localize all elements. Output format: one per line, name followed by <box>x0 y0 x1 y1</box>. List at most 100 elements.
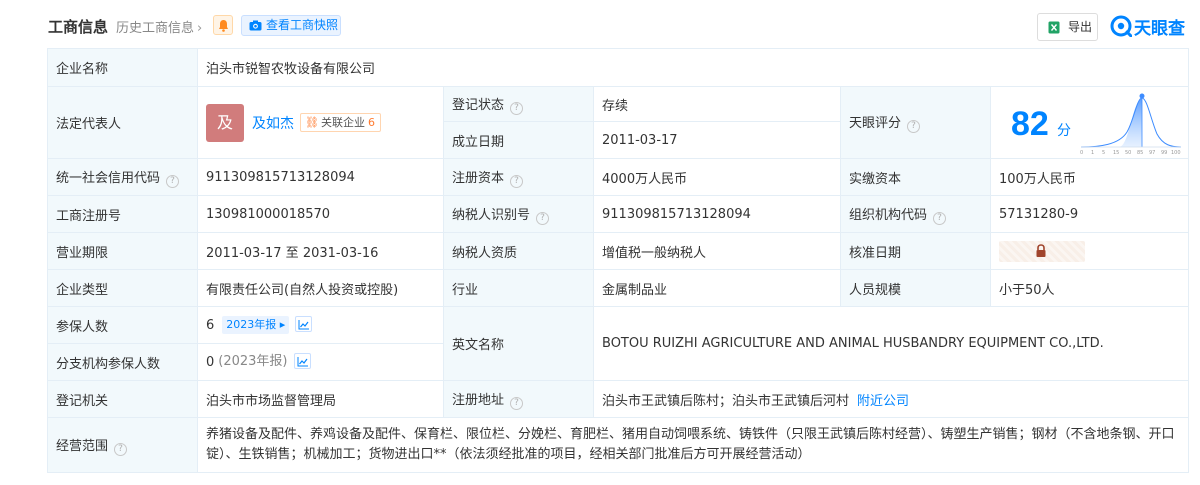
org-code-label-text: 组织机构代码 <box>849 207 928 223</box>
logo-mark-icon <box>1110 15 1132 37</box>
taxpayer-id-label-text: 纳税人识别号 <box>452 207 531 223</box>
insured-label: 参保人数 <box>47 306 198 344</box>
help-icon[interactable]: ? <box>510 174 524 188</box>
avatar[interactable]: 及 <box>206 103 244 142</box>
network-icon: ⛓ <box>305 116 319 129</box>
credit-code-label: 统一社会信用代码? <box>47 158 198 196</box>
business-info-table: 企业名称 泊头市锐智农牧设备有限公司 法定代表人 及及如杰 ⛓ 关联企业 6 登记状态… <box>47 48 1189 473</box>
reg-authority-label: 登记机关 <box>47 380 198 418</box>
reg-capital-label: 注册资本? <box>443 158 594 196</box>
history-link[interactable]: 历史工商信息 › <box>116 17 202 36</box>
reg-status-label: 登记状态? <box>443 86 594 122</box>
approval-date-label: 核准日期 <box>840 232 991 270</box>
business-scope-label-text: 经营范围 <box>56 438 109 454</box>
legal-rep-label: 法定代表人 <box>47 86 198 159</box>
branch-year-tag: (2023年报) <box>218 354 288 369</box>
table-row: 统一社会信用代码? 911309815713128094 注册资本? 4000万… <box>47 158 1189 196</box>
table-row: 企业名称 泊头市锐智农牧设备有限公司 <box>47 48 1189 87</box>
founded-value: 2011-03-17 <box>593 121 841 159</box>
taxpayer-id-label: 纳税人识别号? <box>443 195 594 233</box>
related-count: 6 <box>367 116 375 129</box>
related-companies-badge[interactable]: ⛓ 关联企业 6 <box>300 113 381 132</box>
help-icon[interactable]: ? <box>510 396 524 410</box>
help-icon[interactable]: ? <box>114 442 128 456</box>
paid-capital-value: 100万人民币 <box>990 158 1189 196</box>
reg-address-label: 注册地址? <box>443 380 594 418</box>
annual-report-link[interactable]: 2023年报 ▸ <box>222 316 290 334</box>
table-row: 企业类型 有限责任公司(自然人投资或控股) 行业 金属制品业 人员规模 小于50… <box>47 269 1189 307</box>
table-row: 工商注册号 130981000018570 纳税人识别号? 9113098157… <box>47 195 1189 233</box>
business-term-value: 2011-03-17 至 2031-03-16 <box>197 232 444 270</box>
score-label-text: 天眼评分 <box>849 116 902 131</box>
annual-report-label: 2023年报 <box>226 318 277 331</box>
snapshot-button-label: 查看工商快照 <box>266 18 339 32</box>
svg-text:1: 1 <box>1091 150 1094 156</box>
table-row: 参保人数 6 2023年报 ▸ 英文名称 BOTOU RUIZHI AGRICUL… <box>47 306 1189 381</box>
reg-number-value: 130981000018570 <box>197 195 444 233</box>
business-scope-label: 经营范围? <box>47 417 198 473</box>
company-name-label: 企业名称 <box>47 48 198 87</box>
credit-code-label-text: 统一社会信用代码 <box>56 170 161 186</box>
business-scope-value: 养猪设备及配件、养鸡设备及配件、保育栏、限位栏、分娩栏、育肥栏、猪用自动饲喂系统… <box>197 417 1189 473</box>
help-icon[interactable]: ? <box>510 101 524 115</box>
score-cell: 82 分 0 1 5 15 50 85 97 99 100 <box>990 86 1189 159</box>
reg-authority-value: 泊头市市场监督管理局 <box>197 380 444 418</box>
help-icon[interactable]: ? <box>933 211 947 225</box>
score-label: 天眼评分? <box>840 86 991 159</box>
reg-status-value: 存续 <box>593 86 841 122</box>
lock-icon <box>1036 243 1046 257</box>
chevron-right-icon: › <box>197 21 203 36</box>
snapshot-button[interactable]: 查看工商快照 <box>241 15 341 36</box>
locked-value[interactable] <box>999 240 1085 262</box>
legal-rep-cell: 及及如杰 ⛓ 关联企业 6 <box>197 86 444 159</box>
insured-cell: 6 2023年报 ▸ <box>197 306 444 344</box>
approval-date-cell <box>990 232 1189 270</box>
score-distribution-chart: 0 1 5 15 50 85 97 99 100 <box>1080 93 1182 156</box>
help-icon[interactable]: ? <box>536 211 550 225</box>
english-name-value: BOTOU RUIZHI AGRICULTURE AND ANIMAL HUSB… <box>593 306 1189 381</box>
english-name-label: 英文名称 <box>443 306 594 381</box>
score-value: 82 <box>1011 104 1049 143</box>
branch-insured-label: 分支机构参保人数 <box>47 343 198 381</box>
section-title: 工商信息 <box>48 18 109 36</box>
help-icon[interactable]: ? <box>166 174 180 188</box>
staff-size-label: 人员规模 <box>840 269 991 307</box>
score-unit: 分 <box>1057 122 1071 139</box>
business-term-label: 营业期限 <box>47 232 198 270</box>
excel-icon <box>1048 21 1060 34</box>
taxpayer-qual-value: 增值税一般纳税人 <box>593 232 841 270</box>
svg-text:99: 99 <box>1161 150 1167 156</box>
nearby-companies-link[interactable]: 附近公司 <box>857 394 909 409</box>
related-label: 关联企业 <box>320 116 365 129</box>
branch-insured-cell: 0 (2023年报) <box>197 343 444 381</box>
svg-text:100: 100 <box>1171 150 1181 156</box>
staff-size-value: 小于50人 <box>990 269 1189 307</box>
industry-value: 金属制品业 <box>593 269 841 307</box>
reg-address-label-text: 注册地址 <box>452 392 505 408</box>
help-icon[interactable]: ? <box>907 120 921 133</box>
taxpayer-id-value: 911309815713128094 <box>593 195 841 233</box>
legal-rep-name-link[interactable]: 及如杰 <box>252 116 294 132</box>
company-name-value: 泊头市锐智农牧设备有限公司 <box>197 48 1189 87</box>
credit-code-value: 911309815713128094 <box>197 158 444 196</box>
export-button-label: 导出 <box>1068 20 1093 34</box>
founded-label: 成立日期 <box>443 121 594 159</box>
reg-capital-label-text: 注册资本 <box>452 170 505 186</box>
reg-capital-value: 4000万人民币 <box>593 158 841 196</box>
export-button[interactable]: 导出 <box>1037 13 1098 41</box>
table-row: 经营范围? 养猪设备及配件、养鸡设备及配件、保育栏、限位栏、分娩栏、育肥栏、猪用… <box>47 417 1189 473</box>
org-code-label: 组织机构代码? <box>840 195 991 233</box>
org-code-value: 57131280-9 <box>990 195 1189 233</box>
section-header: 工商信息 历史工商信息 › 查看工商快照 导出 天眼查 <box>0 0 1200 48</box>
svg-text:5: 5 <box>1102 150 1105 156</box>
svg-text:0: 0 <box>1080 150 1083 156</box>
score-widget[interactable]: 82 分 0 1 5 15 50 85 97 99 100 <box>999 88 1182 158</box>
trend-chart-icon[interactable] <box>295 316 313 332</box>
company-type-label: 企业类型 <box>47 269 198 307</box>
table-row: 营业期限 2011-03-17 至 2031-03-16 纳税人资质 增值税一般… <box>47 232 1189 270</box>
trend-chart-icon[interactable] <box>293 353 311 369</box>
bell-icon[interactable] <box>213 15 233 35</box>
taxpayer-qual-label: 纳税人资质 <box>443 232 594 270</box>
score-axis-labels: 0 1 5 15 50 85 97 99 100 <box>1080 150 1181 156</box>
industry-label: 行业 <box>443 269 594 307</box>
